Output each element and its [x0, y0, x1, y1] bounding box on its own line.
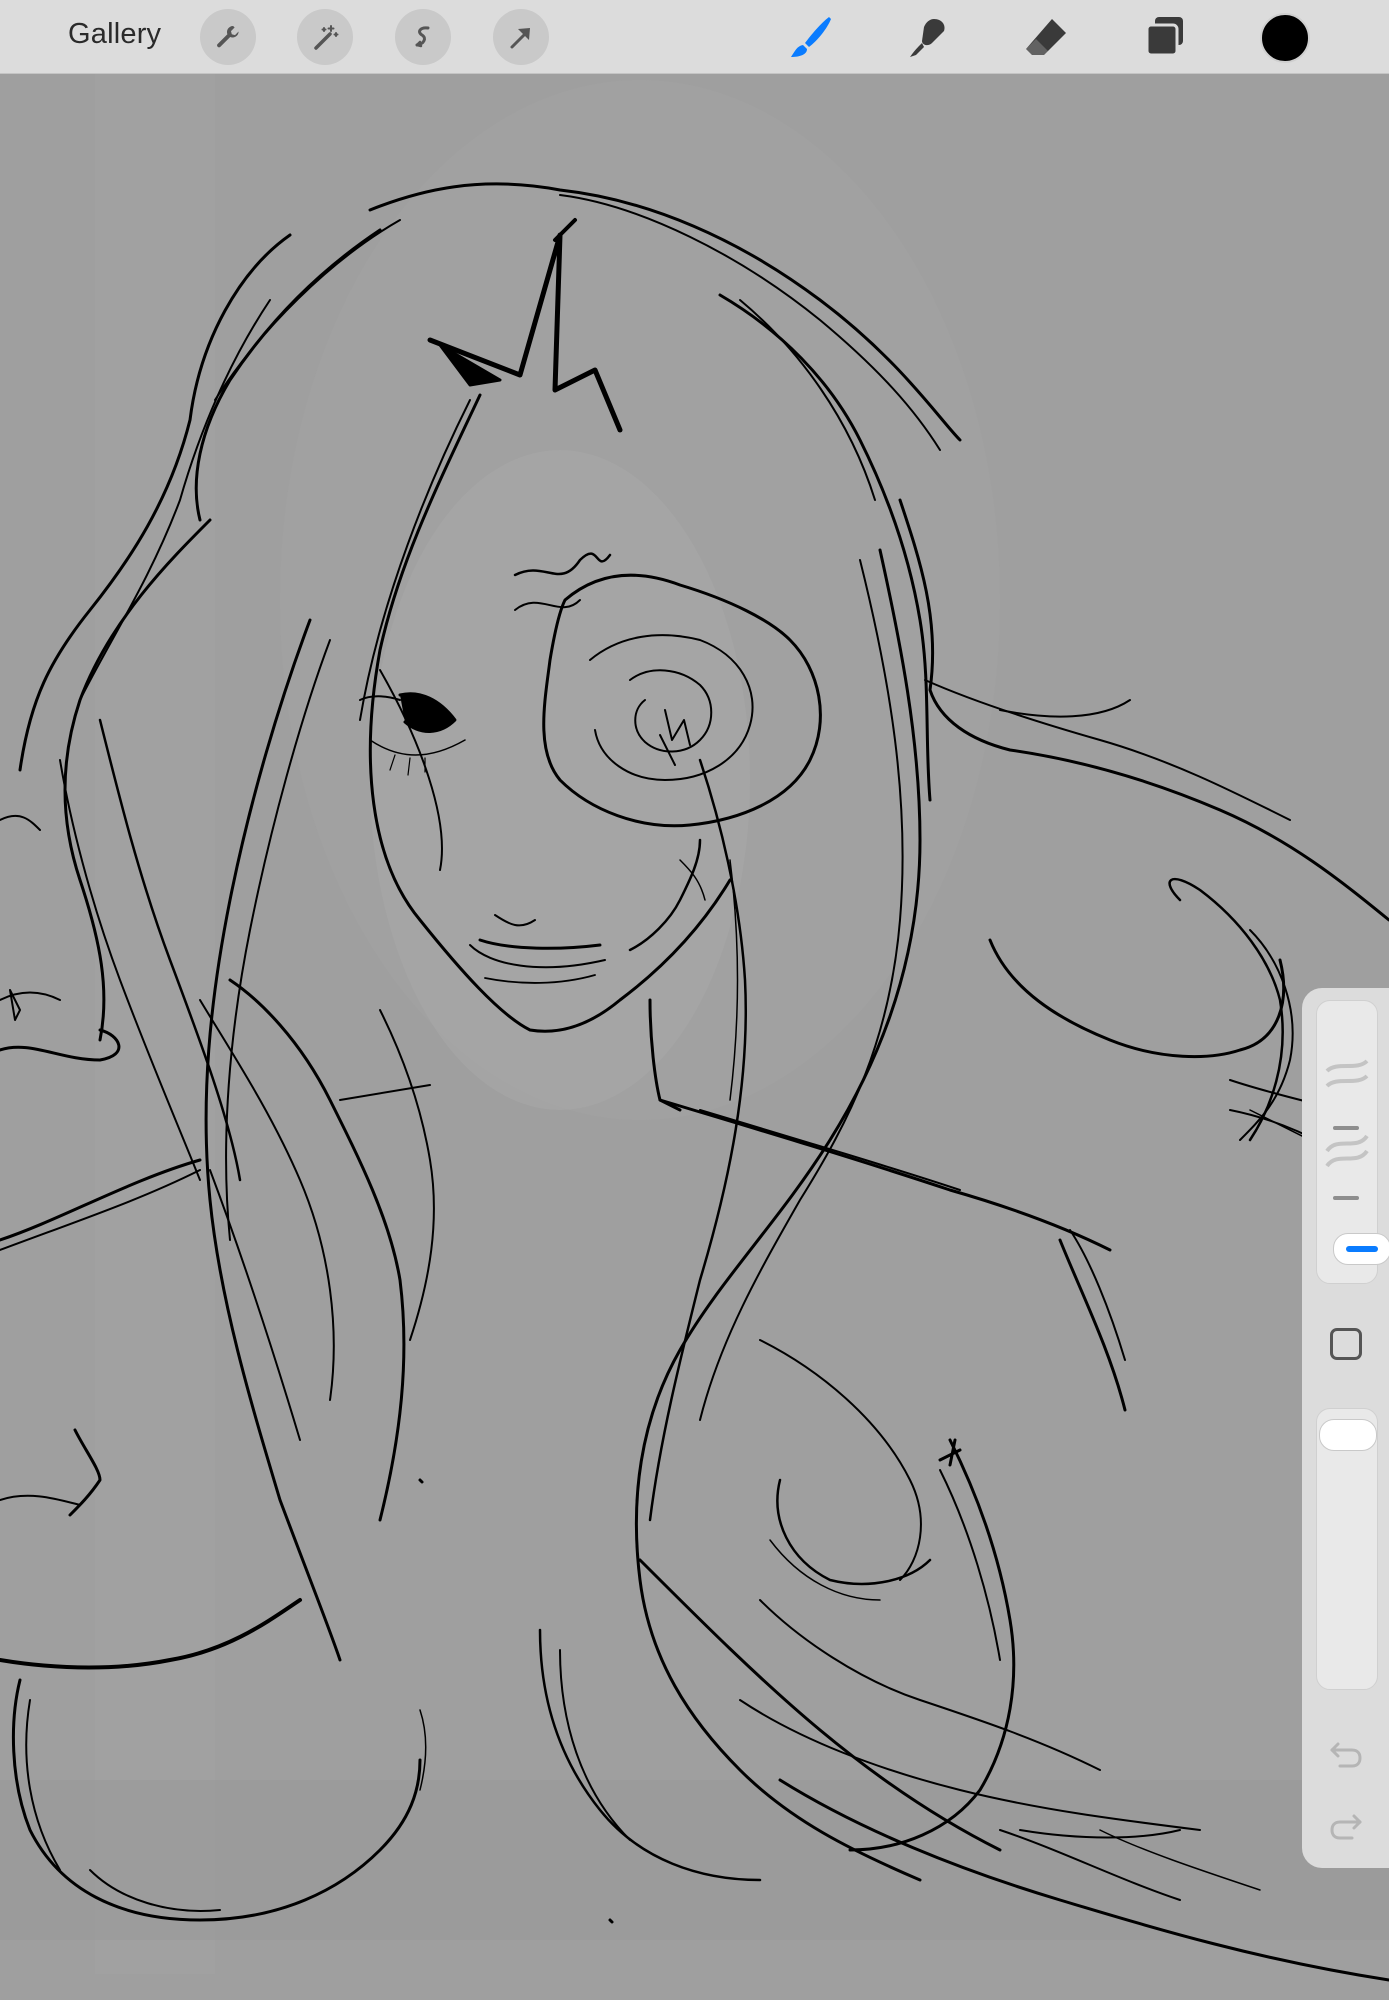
smudge-icon	[910, 19, 945, 57]
layers-button[interactable]	[1140, 12, 1190, 62]
actions-button[interactable]	[200, 9, 256, 65]
opacity-slider[interactable]	[1316, 1408, 1378, 1690]
adjustments-button[interactable]	[297, 9, 353, 65]
transform-button[interactable]	[493, 9, 549, 65]
color-picker-button[interactable]	[1260, 13, 1310, 63]
drawing-canvas[interactable]	[0, 74, 1389, 2000]
opacity-thumb[interactable]	[1319, 1419, 1377, 1451]
brush-size-slider[interactable]	[1316, 1000, 1389, 1284]
modify-button[interactable]	[1330, 1328, 1362, 1360]
brush-size-preview-icon	[1325, 1059, 1369, 1200]
brush-size-thumb[interactable]	[1333, 1233, 1389, 1265]
undo-button[interactable]	[1324, 1734, 1368, 1774]
redo-icon	[1330, 1814, 1362, 1840]
brush-icon	[791, 17, 831, 57]
gallery-button[interactable]: Gallery	[68, 18, 161, 51]
undo-icon	[1330, 1742, 1362, 1768]
wrench-icon	[217, 25, 239, 48]
eraser-icon	[1026, 19, 1066, 55]
magic-wand-icon	[314, 25, 339, 50]
selection-icon	[415, 26, 430, 48]
smudge-button[interactable]	[903, 12, 953, 62]
top-toolbar: Gallery	[0, 0, 1389, 74]
brush-button[interactable]	[786, 12, 836, 62]
sketch-artwork	[0, 74, 1389, 1982]
eraser-button[interactable]	[1021, 12, 1071, 62]
transform-arrow-icon	[510, 28, 530, 49]
layers-icon	[1145, 17, 1183, 57]
redo-button[interactable]	[1324, 1806, 1368, 1846]
sidebar	[1302, 988, 1389, 1868]
selection-button[interactable]	[395, 9, 451, 65]
